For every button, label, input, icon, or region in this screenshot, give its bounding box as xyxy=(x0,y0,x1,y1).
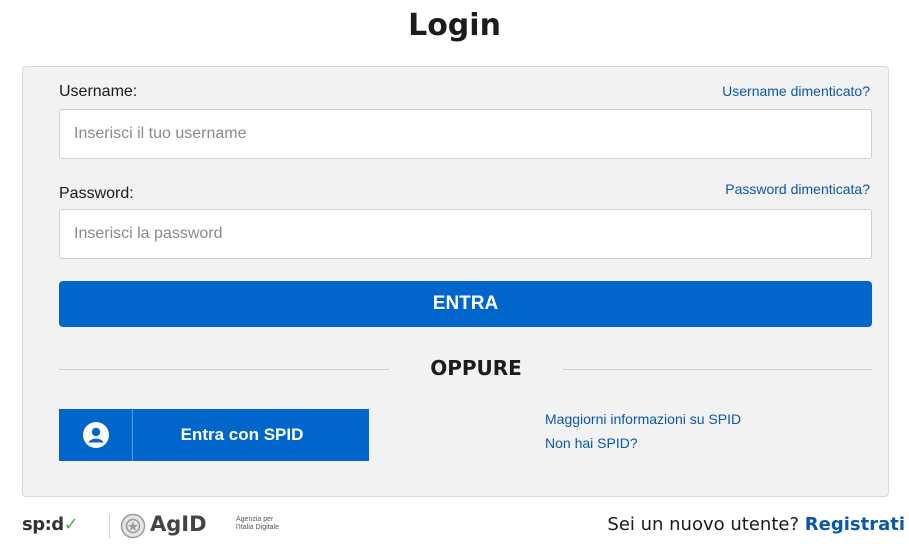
check-icon: ✓ xyxy=(63,514,79,535)
agid-emblem-icon xyxy=(120,513,146,544)
spid-info-link[interactable]: Maggiorni informazioni su SPID xyxy=(545,407,741,431)
username-label: Username: xyxy=(59,83,138,100)
new-user-text: Sei un nuovo utente? xyxy=(607,514,800,535)
agid-subtitle: Agenzia per l'Italia Digitale xyxy=(236,516,279,532)
agid-logo: AgID xyxy=(150,512,207,536)
separator-line-right xyxy=(563,369,872,370)
login-submit-button[interactable]: ENTRA xyxy=(59,281,872,327)
username-input[interactable] xyxy=(59,109,872,159)
spid-links: Maggiorni informazioni su SPID Non hai S… xyxy=(545,407,741,455)
spid-button-label: Entra con SPID xyxy=(180,425,304,444)
agid-subtitle-line-2: l'Italia Digitale xyxy=(236,524,279,531)
spid-logo: sp:d✓ xyxy=(22,514,79,535)
spid-logo-text: sp:d xyxy=(22,514,64,535)
logo-separator xyxy=(109,514,110,538)
agid-subtitle-line-1: Agenzia per xyxy=(236,516,274,523)
separator-text: OPPURE xyxy=(430,356,522,380)
page-title: Login xyxy=(408,8,501,43)
register-link[interactable]: Registrati xyxy=(805,514,905,535)
no-spid-link[interactable]: Non hai SPID? xyxy=(545,431,741,455)
user-icon xyxy=(59,409,133,461)
footer: sp:d✓ AgID Agenzia per l'Italia Digitale… xyxy=(0,510,909,544)
password-forgot-link[interactable]: Password dimenticata? xyxy=(725,181,870,197)
register-prompt: Sei un nuovo utente? Registrati xyxy=(607,514,905,535)
separator-line-left xyxy=(59,369,389,370)
username-forgot-link[interactable]: Username dimenticato? xyxy=(722,83,870,99)
login-panel: Username: Username dimenticato? Password… xyxy=(22,66,889,497)
spid-login-button[interactable]: Entra con SPID xyxy=(59,409,369,461)
password-label: Password: xyxy=(59,185,134,202)
password-input[interactable] xyxy=(59,209,872,259)
